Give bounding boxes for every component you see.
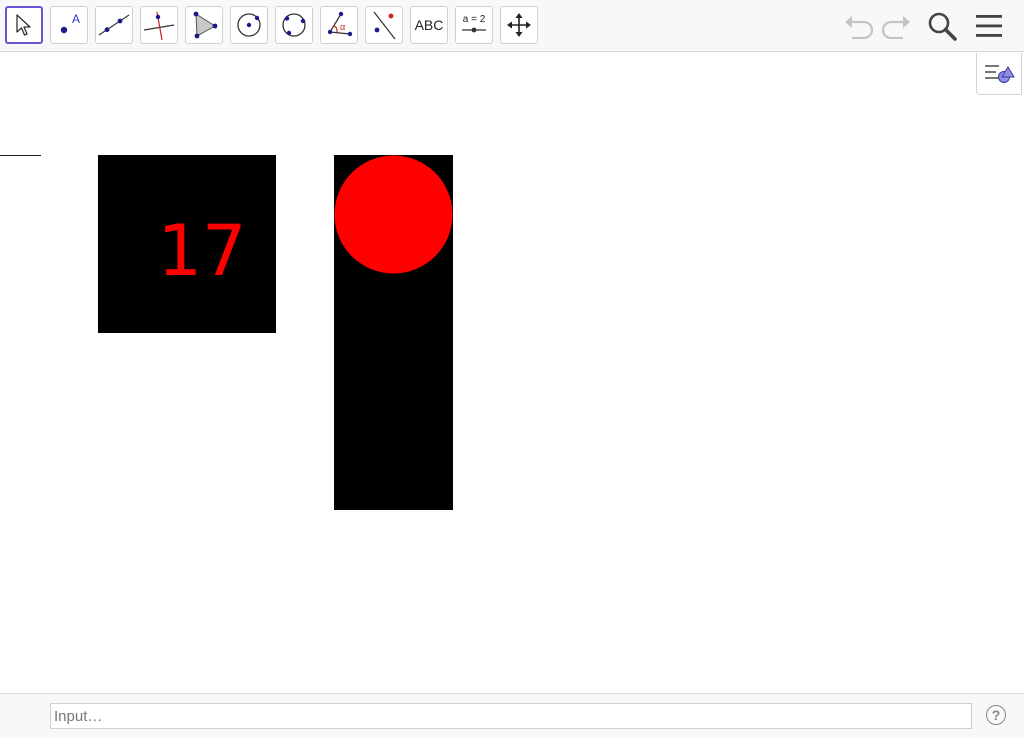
svg-text:A: A xyxy=(72,12,80,26)
line-through-two-points-icon xyxy=(98,14,130,36)
polygon-icon xyxy=(193,11,218,39)
move-tool-button[interactable] xyxy=(5,6,43,44)
polygon-tool-button[interactable] xyxy=(185,6,223,44)
slider-tool-button[interactable]: a = 2 xyxy=(455,6,493,44)
angle-tool-button[interactable]: α xyxy=(320,6,358,44)
graphics-view[interactable]: 17 xyxy=(0,53,1024,693)
number-text: 17 xyxy=(157,210,246,292)
move-arrows-icon xyxy=(507,13,531,37)
algebra-input-field[interactable] xyxy=(50,703,972,729)
undo-icon xyxy=(845,16,874,39)
svg-text:α: α xyxy=(340,22,345,32)
style-bar-toggle-icon xyxy=(985,64,1015,83)
circle-three-points-icon xyxy=(282,13,306,37)
help-icon: ? xyxy=(991,707,1001,723)
move-graphics-view-tool-button[interactable] xyxy=(500,6,538,44)
cursor-arrow-icon xyxy=(16,14,31,36)
toolbar: A α ABC a = 2 xyxy=(0,0,1024,52)
input-help-button[interactable]: ? xyxy=(986,705,1006,725)
perpendicular-line-tool-button[interactable] xyxy=(140,6,178,44)
reflect-tool-button[interactable] xyxy=(365,6,403,44)
perpendicular-line-icon xyxy=(143,11,175,41)
reflect-about-line-icon xyxy=(373,11,396,40)
circle-center-point-icon xyxy=(237,13,261,37)
redo-button[interactable] xyxy=(878,8,914,44)
svg-text:a = 2: a = 2 xyxy=(463,14,486,25)
circle-three-points-tool-button[interactable] xyxy=(275,6,313,44)
angle-icon: α xyxy=(327,11,353,37)
point-tool-button[interactable]: A xyxy=(50,6,88,44)
slider-icon: a = 2 xyxy=(462,14,486,33)
undo-button[interactable] xyxy=(841,8,877,44)
input-bar-region: ? xyxy=(0,693,1024,738)
redo-icon xyxy=(881,16,910,39)
graphics-canvas[interactable]: 17 xyxy=(0,53,1024,693)
hamburger-menu-icon xyxy=(976,15,1002,37)
search-button[interactable] xyxy=(924,8,960,44)
main-menu-button[interactable] xyxy=(971,8,1007,44)
text-tool-button[interactable]: ABC xyxy=(410,6,448,44)
style-bar-toggle-button[interactable] xyxy=(976,53,1022,95)
text-icon: ABC xyxy=(414,17,444,33)
circle-center-point-tool-button[interactable] xyxy=(230,6,268,44)
line-tool-button[interactable] xyxy=(95,6,133,44)
search-icon xyxy=(928,12,957,41)
red-circle[interactable] xyxy=(334,155,453,274)
point-icon: A xyxy=(60,12,80,34)
